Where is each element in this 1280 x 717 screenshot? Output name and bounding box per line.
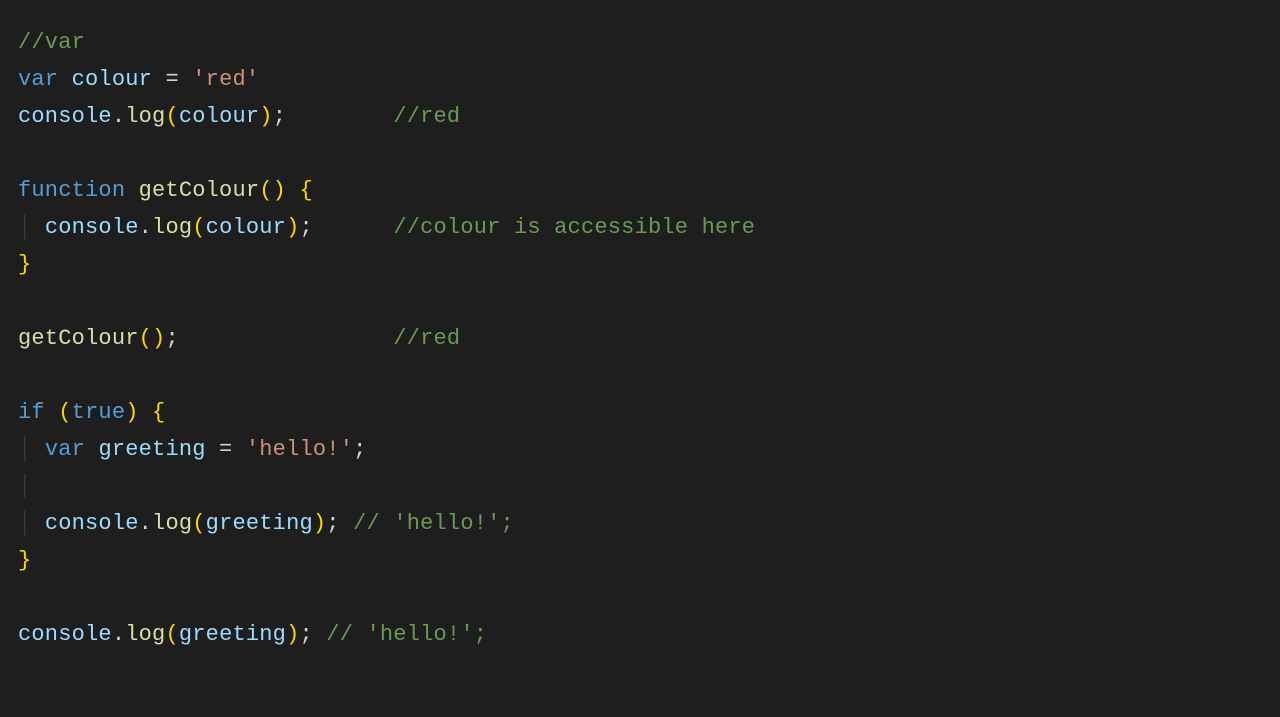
code-token: getColour bbox=[139, 178, 260, 203]
code-line[interactable]: getColour(); //red bbox=[18, 320, 1262, 357]
code-token: ) bbox=[125, 400, 138, 425]
code-line[interactable]: │ console.log(colour); //colour is acces… bbox=[18, 209, 1262, 246]
code-line[interactable]: console.log(colour); //red bbox=[18, 98, 1262, 135]
code-line[interactable]: //var bbox=[18, 24, 1262, 61]
code-line[interactable]: │ var greeting = 'hello!'; bbox=[18, 431, 1262, 468]
code-line[interactable]: function getColour() { bbox=[18, 172, 1262, 209]
code-token: ; bbox=[300, 215, 394, 240]
code-line[interactable]: │ console.log(greeting); // 'hello!'; bbox=[18, 505, 1262, 542]
code-token: . bbox=[139, 511, 152, 536]
code-token: ; bbox=[273, 104, 394, 129]
code-token: var bbox=[18, 67, 58, 92]
code-token: greeting bbox=[179, 622, 286, 647]
code-token: //red bbox=[393, 326, 460, 351]
code-token: │ bbox=[18, 215, 45, 240]
code-token: console bbox=[45, 215, 139, 240]
code-token: ; bbox=[165, 326, 393, 351]
code-token: . bbox=[112, 622, 125, 647]
code-token bbox=[58, 67, 71, 92]
code-token: ( bbox=[165, 104, 178, 129]
code-token: ) bbox=[313, 511, 326, 536]
code-token: colour bbox=[179, 104, 259, 129]
code-line[interactable]: } bbox=[18, 246, 1262, 283]
code-token: . bbox=[112, 104, 125, 129]
code-token: // 'hello!'; bbox=[326, 622, 487, 647]
code-token: ( bbox=[192, 215, 205, 240]
code-token bbox=[139, 400, 152, 425]
code-token: { bbox=[152, 400, 165, 425]
code-token: //var bbox=[18, 30, 85, 55]
code-line[interactable]: var colour = 'red' bbox=[18, 61, 1262, 98]
code-token bbox=[85, 437, 98, 462]
code-token: greeting bbox=[98, 437, 205, 462]
code-token: ) bbox=[286, 215, 299, 240]
code-token: //colour is accessible here bbox=[393, 215, 755, 240]
code-token: 'red' bbox=[192, 67, 259, 92]
code-token: 'hello!' bbox=[246, 437, 353, 462]
code-token bbox=[125, 178, 138, 203]
code-token: getColour bbox=[18, 326, 139, 351]
code-token: ; bbox=[353, 437, 366, 462]
code-token: } bbox=[18, 548, 31, 573]
code-token: ; bbox=[326, 511, 353, 536]
code-token: = bbox=[152, 67, 192, 92]
code-token: greeting bbox=[206, 511, 313, 536]
code-token: { bbox=[299, 178, 312, 203]
code-token: ) bbox=[259, 104, 272, 129]
code-token: var bbox=[45, 437, 85, 462]
code-line[interactable] bbox=[18, 283, 1262, 320]
code-line[interactable]: │ bbox=[18, 468, 1262, 505]
code-token: ( bbox=[192, 511, 205, 536]
code-token: if bbox=[18, 400, 45, 425]
code-token: console bbox=[45, 511, 139, 536]
code-token: log bbox=[125, 622, 165, 647]
code-token: log bbox=[152, 215, 192, 240]
code-token: ( bbox=[165, 622, 178, 647]
code-line[interactable] bbox=[18, 579, 1262, 616]
code-token: function bbox=[18, 178, 125, 203]
code-line[interactable] bbox=[18, 135, 1262, 172]
code-token: log bbox=[125, 104, 165, 129]
code-line[interactable]: if (true) { bbox=[18, 394, 1262, 431]
code-token: log bbox=[152, 511, 192, 536]
code-token: } bbox=[18, 252, 31, 277]
code-token: . bbox=[139, 215, 152, 240]
code-token: colour bbox=[72, 67, 152, 92]
code-token: │ bbox=[18, 511, 45, 536]
code-token: │ bbox=[18, 474, 31, 499]
code-token: // 'hello!'; bbox=[353, 511, 514, 536]
code-token: ) bbox=[286, 622, 299, 647]
code-token: //red bbox=[393, 104, 460, 129]
code-editor[interactable]: //varvar colour = 'red'console.log(colou… bbox=[0, 0, 1280, 677]
code-token: colour bbox=[206, 215, 286, 240]
code-token: console bbox=[18, 622, 112, 647]
code-token: () bbox=[259, 178, 286, 203]
code-line[interactable] bbox=[18, 357, 1262, 394]
code-token: │ bbox=[18, 437, 45, 462]
code-line[interactable]: } bbox=[18, 542, 1262, 579]
code-token bbox=[286, 178, 299, 203]
code-token: ( bbox=[58, 400, 71, 425]
code-token: console bbox=[18, 104, 112, 129]
code-token: true bbox=[72, 400, 126, 425]
code-token: ; bbox=[299, 622, 326, 647]
code-token: () bbox=[139, 326, 166, 351]
code-token: = bbox=[206, 437, 246, 462]
code-token bbox=[45, 400, 58, 425]
code-line[interactable]: console.log(greeting); // 'hello!'; bbox=[18, 616, 1262, 653]
